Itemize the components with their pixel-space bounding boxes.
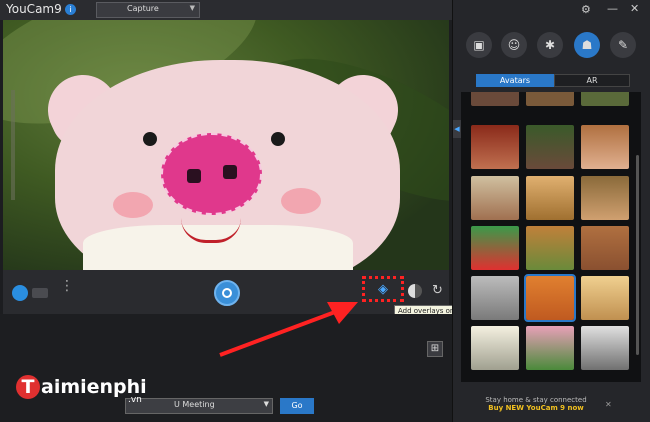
scrollbar[interactable] (636, 155, 639, 355)
avatar-item[interactable] (581, 326, 629, 370)
collapse-panel-icon[interactable]: ◀ (453, 120, 461, 138)
promo-close-icon[interactable]: ✕ (605, 400, 612, 409)
meeting-app-select[interactable]: U Meeting ▼ (125, 398, 273, 414)
tab-ar[interactable]: AR (554, 74, 630, 87)
tab-avatars[interactable]: Avatars (476, 74, 554, 87)
avatar-item[interactable] (471, 276, 519, 320)
video-mode-icon[interactable] (32, 288, 48, 298)
pig-nostril (223, 165, 237, 179)
promo-banner[interactable]: Stay home & stay connected Buy NEW YouCa… (461, 396, 611, 416)
avatar-item[interactable] (471, 125, 519, 169)
logo-mark: T (16, 375, 40, 399)
gear-icon[interactable]: ⚙ (581, 3, 591, 16)
refresh-icon[interactable]: ↻ (432, 283, 443, 298)
avatar-item[interactable] (471, 226, 519, 270)
pig-nostril (187, 169, 201, 183)
avatar-item[interactable] (526, 176, 574, 220)
draw-tool-icon[interactable]: ✎ (610, 32, 636, 58)
chevron-down-icon: ▼ (263, 400, 269, 408)
effects-icon[interactable] (408, 284, 422, 298)
avatar-tool-icon[interactable]: ☗ (574, 32, 600, 58)
avatar-item[interactable] (581, 276, 629, 320)
annotation-arrow (219, 302, 358, 357)
background-stripe (11, 90, 15, 200)
chevron-down-icon: ▼ (189, 4, 195, 12)
avatar-item[interactable] (526, 326, 574, 370)
meeting-app-value: U Meeting (174, 400, 215, 409)
pig-eye-left (143, 132, 157, 146)
avatar-item[interactable] (471, 176, 519, 220)
avatar-item-selected[interactable] (524, 274, 576, 322)
camera-mode-icon[interactable] (12, 285, 28, 301)
layers-icon: ◈ (378, 282, 388, 297)
avatar-item[interactable] (471, 326, 519, 370)
pig-eye-right (271, 132, 285, 146)
avatar-grid (461, 92, 641, 382)
info-icon[interactable]: i (65, 4, 76, 15)
promo-line2[interactable]: Buy NEW YouCam 9 now (461, 404, 611, 412)
avatar-item[interactable] (581, 226, 629, 270)
watermark-logo: Taimienphi .vn (16, 375, 147, 405)
minimize-icon[interactable]: — (607, 2, 618, 15)
avatar-item[interactable] (526, 92, 574, 106)
overlay-button[interactable]: ◈ (362, 276, 404, 302)
avatar-item[interactable] (581, 176, 629, 220)
pig-cheek-left (113, 192, 153, 218)
logo-domain: .vn (128, 395, 142, 405)
face-tool-icon[interactable]: ☺ (501, 32, 527, 58)
mode-select-value: Capture (127, 4, 159, 13)
promo-line1: Stay home & stay connected (485, 396, 587, 404)
grid-view-icon[interactable]: ⊞ (427, 341, 443, 357)
avatar-item[interactable] (581, 92, 629, 106)
pig-snout (161, 133, 262, 215)
frames-tool-icon[interactable]: ▣ (466, 32, 492, 58)
avatar-item[interactable] (526, 125, 574, 169)
arrow-shaft (219, 310, 336, 357)
app-title: YouCam9 (6, 2, 62, 16)
avatar-item[interactable] (526, 226, 574, 270)
mode-select[interactable]: Capture ▼ (96, 2, 200, 18)
webcam-preview (3, 20, 449, 270)
pig-cheek-right (281, 188, 321, 214)
more-options-icon[interactable]: ⋮ (60, 279, 74, 303)
go-button[interactable]: Go (280, 398, 314, 414)
avatar-item[interactable] (581, 125, 629, 169)
avatar-item[interactable] (471, 92, 519, 106)
close-icon[interactable]: ✕ (630, 2, 639, 15)
effects-tool-icon[interactable]: ✱ (537, 32, 563, 58)
